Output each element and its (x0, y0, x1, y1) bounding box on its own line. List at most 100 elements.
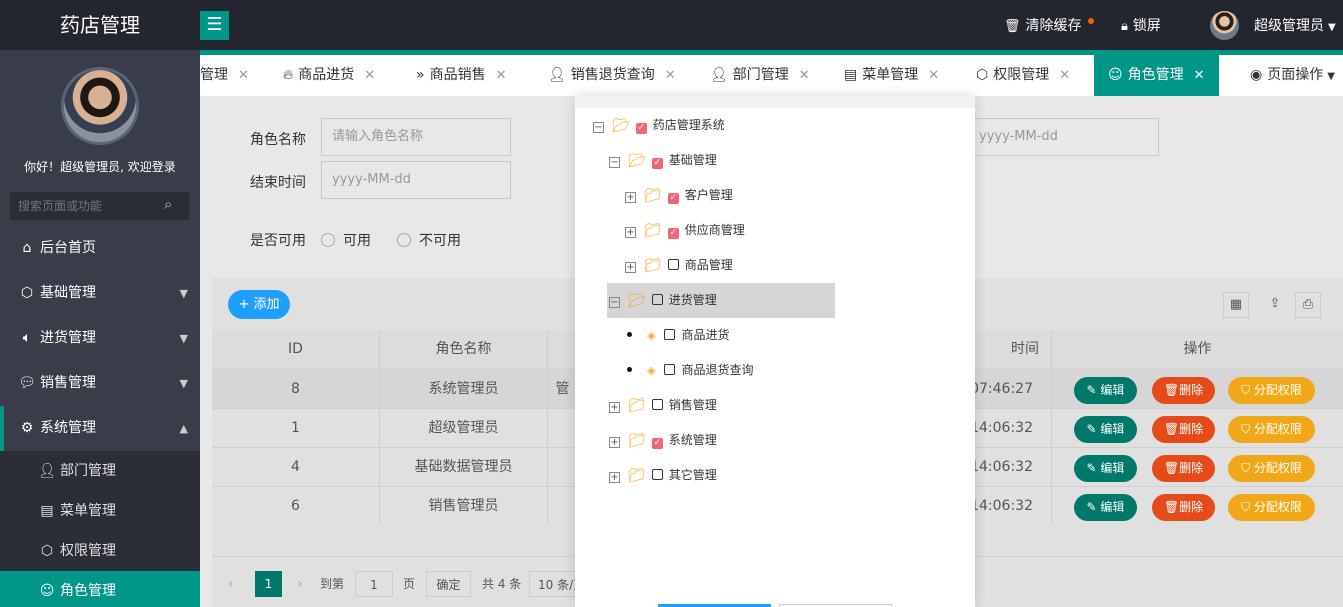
checkbox[interactable]: ✓ (667, 193, 679, 204)
trash-icon: 🗑︎ (1163, 500, 1180, 514)
tree-node-goods[interactable]: + 📁︎ 商品管理 (625, 248, 733, 283)
tab-partial[interactable]: 管理 ✕ (200, 55, 257, 96)
edit-button[interactable]: ✎ 编辑 (1074, 494, 1137, 521)
tab-sales-return[interactable]: 👤︎ 销售退货查询 ✕ (540, 55, 684, 96)
columns-icon[interactable]: ▦ (1223, 292, 1249, 318)
goto-confirm-button[interactable]: 确定 (426, 571, 471, 597)
caret-down-icon: ▼ (179, 287, 188, 300)
tree-node-sales[interactable]: + 📁︎ 销售管理 (609, 388, 717, 423)
expand-icon[interactable]: + (625, 192, 636, 203)
sidebar-item-system[interactable]: ⚙ 系统管理 ▲ (0, 406, 200, 451)
next-page-icon[interactable]: › (297, 571, 303, 597)
edit-button[interactable]: ✎ 编辑 (1074, 377, 1137, 404)
sidebar-search-input[interactable] (10, 192, 189, 220)
close-icon[interactable]: ✕ (1059, 68, 1070, 83)
checkbox[interactable] (651, 469, 663, 480)
close-icon[interactable]: ✕ (665, 68, 676, 83)
col-role-name[interactable]: 角色名称 (380, 330, 548, 369)
tab-menu[interactable]: ▤ 菜单管理 ✕ (836, 55, 947, 96)
checkbox[interactable]: ✓ (651, 158, 663, 169)
tree-node-goods-return[interactable]: ◈ 商品退货查询 (627, 353, 753, 388)
total-count: 共 4 条 (482, 577, 522, 591)
sidebar-item-purchase[interactable]: 🔈︎ 进货管理 ▼ (0, 316, 200, 361)
cell-role-name: 超级管理员 (380, 409, 548, 447)
delete-button[interactable]: 🗑︎删除 (1152, 455, 1215, 482)
checkbox[interactable] (651, 399, 663, 410)
print-icon[interactable]: ⎙ (1295, 292, 1321, 318)
sidebar-item-label: 菜单管理 (60, 503, 116, 519)
radio-available[interactable]: 可用 (321, 230, 371, 250)
user-menu[interactable]: 超级管理员 ▼ (1254, 0, 1341, 50)
export-icon[interactable]: ⇪ (1262, 292, 1288, 318)
sidebar-item-sales[interactable]: 💬︎ 销售管理 ▼ (0, 361, 200, 406)
tree-node-customer[interactable]: + 📁︎ ✓ 客户管理 (625, 178, 733, 213)
col-id[interactable]: ID (212, 330, 380, 369)
tree-node-supplier[interactable]: + 📁︎ ✓ 供应商管理 (625, 213, 745, 248)
prev-page-icon[interactable]: ‹ (228, 571, 234, 597)
tree-node-purchase[interactable]: − 📂︎ 进货管理 (607, 283, 835, 318)
close-icon[interactable]: ✕ (364, 68, 375, 83)
close-icon[interactable]: ✕ (799, 68, 810, 83)
sidebar-item-dept[interactable]: 👤︎ 部门管理 (0, 451, 200, 491)
delete-button[interactable]: 🗑︎删除 (1152, 494, 1215, 521)
edit-button[interactable]: ✎ 编辑 (1074, 416, 1137, 443)
tree-node-system[interactable]: + 📁︎ ✓ 系统管理 (609, 423, 717, 458)
end-date-input[interactable]: yyyy-MM-dd (321, 161, 511, 199)
avatar[interactable] (1210, 11, 1239, 40)
expand-icon[interactable]: + (625, 262, 636, 273)
tab-label: 菜单管理 (862, 67, 919, 83)
checkbox[interactable] (664, 364, 676, 375)
close-icon[interactable]: ✕ (238, 68, 249, 83)
tree-node-basic[interactable]: − 📂︎ ✓ 基础管理 (609, 143, 717, 178)
delete-button[interactable]: 🗑︎删除 (1152, 416, 1215, 443)
search-icon[interactable]: ⌕ (164, 197, 172, 212)
tree-node-other[interactable]: + 📁︎ 其它管理 (609, 458, 717, 493)
checkbox[interactable] (651, 294, 663, 305)
tab-sales[interactable]: » 商品销售 ✕ (408, 55, 514, 96)
collapse-icon[interactable]: − (609, 157, 620, 168)
sidebar-item-basic[interactable]: ⬡ 基础管理 ▼ (0, 271, 200, 316)
assign-permission-button[interactable]: ⛉ 分配权限 (1228, 377, 1315, 404)
expand-icon[interactable]: + (625, 227, 636, 238)
role-name-input[interactable]: 请输入角色名称 (321, 118, 511, 156)
start-date-input[interactable]: yyyy-MM-dd (968, 118, 1159, 156)
edit-button[interactable]: ✎ 编辑 (1074, 455, 1137, 482)
tree-node-goods-purchase[interactable]: ◈ 商品进货 (627, 318, 729, 353)
sidebar-item-permission[interactable]: ⬡ 权限管理 (0, 531, 200, 571)
assign-permission-button[interactable]: ⛉ 分配权限 (1228, 416, 1315, 443)
assign-permission-button[interactable]: ⛉ 分配权限 (1228, 455, 1315, 482)
page-current[interactable]: 1 (255, 571, 282, 597)
tab-dept[interactable]: 👤︎ 部门管理 ✕ (702, 55, 818, 96)
close-icon[interactable]: ✕ (496, 68, 507, 83)
tree-node-root[interactable]: − 📂︎ ✓ 药店管理系统 (593, 108, 725, 143)
add-button[interactable]: + 添加 (228, 290, 290, 319)
close-icon[interactable]: ✕ (1194, 68, 1205, 83)
expand-icon[interactable]: + (609, 402, 620, 413)
tab-role[interactable]: ☺ 角色管理 ✕ (1094, 55, 1219, 96)
tab-purchase[interactable]: 🔥︎ 商品进货 ✕ (275, 55, 383, 96)
delete-button[interactable]: 🗑︎删除 (1152, 377, 1215, 404)
tab-permission[interactable]: ⬡ 权限管理 ✕ (968, 55, 1078, 96)
expand-icon[interactable]: + (609, 472, 620, 483)
close-icon[interactable]: ✕ (928, 68, 939, 83)
checkbox[interactable] (667, 259, 679, 270)
sidebar-item-role[interactable]: ☺ 角色管理 (0, 571, 200, 607)
radio-circle (397, 233, 411, 247)
clear-cache-button[interactable]: 🗑 清除缓存 (1004, 0, 1082, 50)
hamburger-icon[interactable]: ☰ (200, 11, 229, 40)
assign-permission-button[interactable]: ⛉ 分配权限 (1228, 494, 1315, 521)
collapse-icon[interactable]: − (593, 122, 604, 133)
sidebar-item-menu[interactable]: ▤ 菜单管理 (0, 491, 200, 531)
per-page-select[interactable]: 10 条/页 (529, 571, 579, 597)
checkbox[interactable]: ✓ (667, 228, 679, 239)
checkbox[interactable]: ✓ (651, 438, 663, 449)
collapse-icon[interactable]: − (609, 297, 620, 308)
lock-screen-button[interactable]: 🔒︎ 锁屏 (1121, 0, 1161, 50)
checkbox[interactable]: ✓ (635, 123, 647, 134)
page-input[interactable]: 1 (355, 571, 393, 597)
radio-unavailable[interactable]: 不可用 (397, 230, 461, 250)
expand-icon[interactable]: + (609, 437, 620, 448)
sidebar-item-home[interactable]: ⌂ 后台首页 (0, 226, 200, 271)
page-ops-menu[interactable]: ◉ 页面操作 ▼ (1242, 55, 1343, 96)
checkbox[interactable] (664, 329, 676, 340)
